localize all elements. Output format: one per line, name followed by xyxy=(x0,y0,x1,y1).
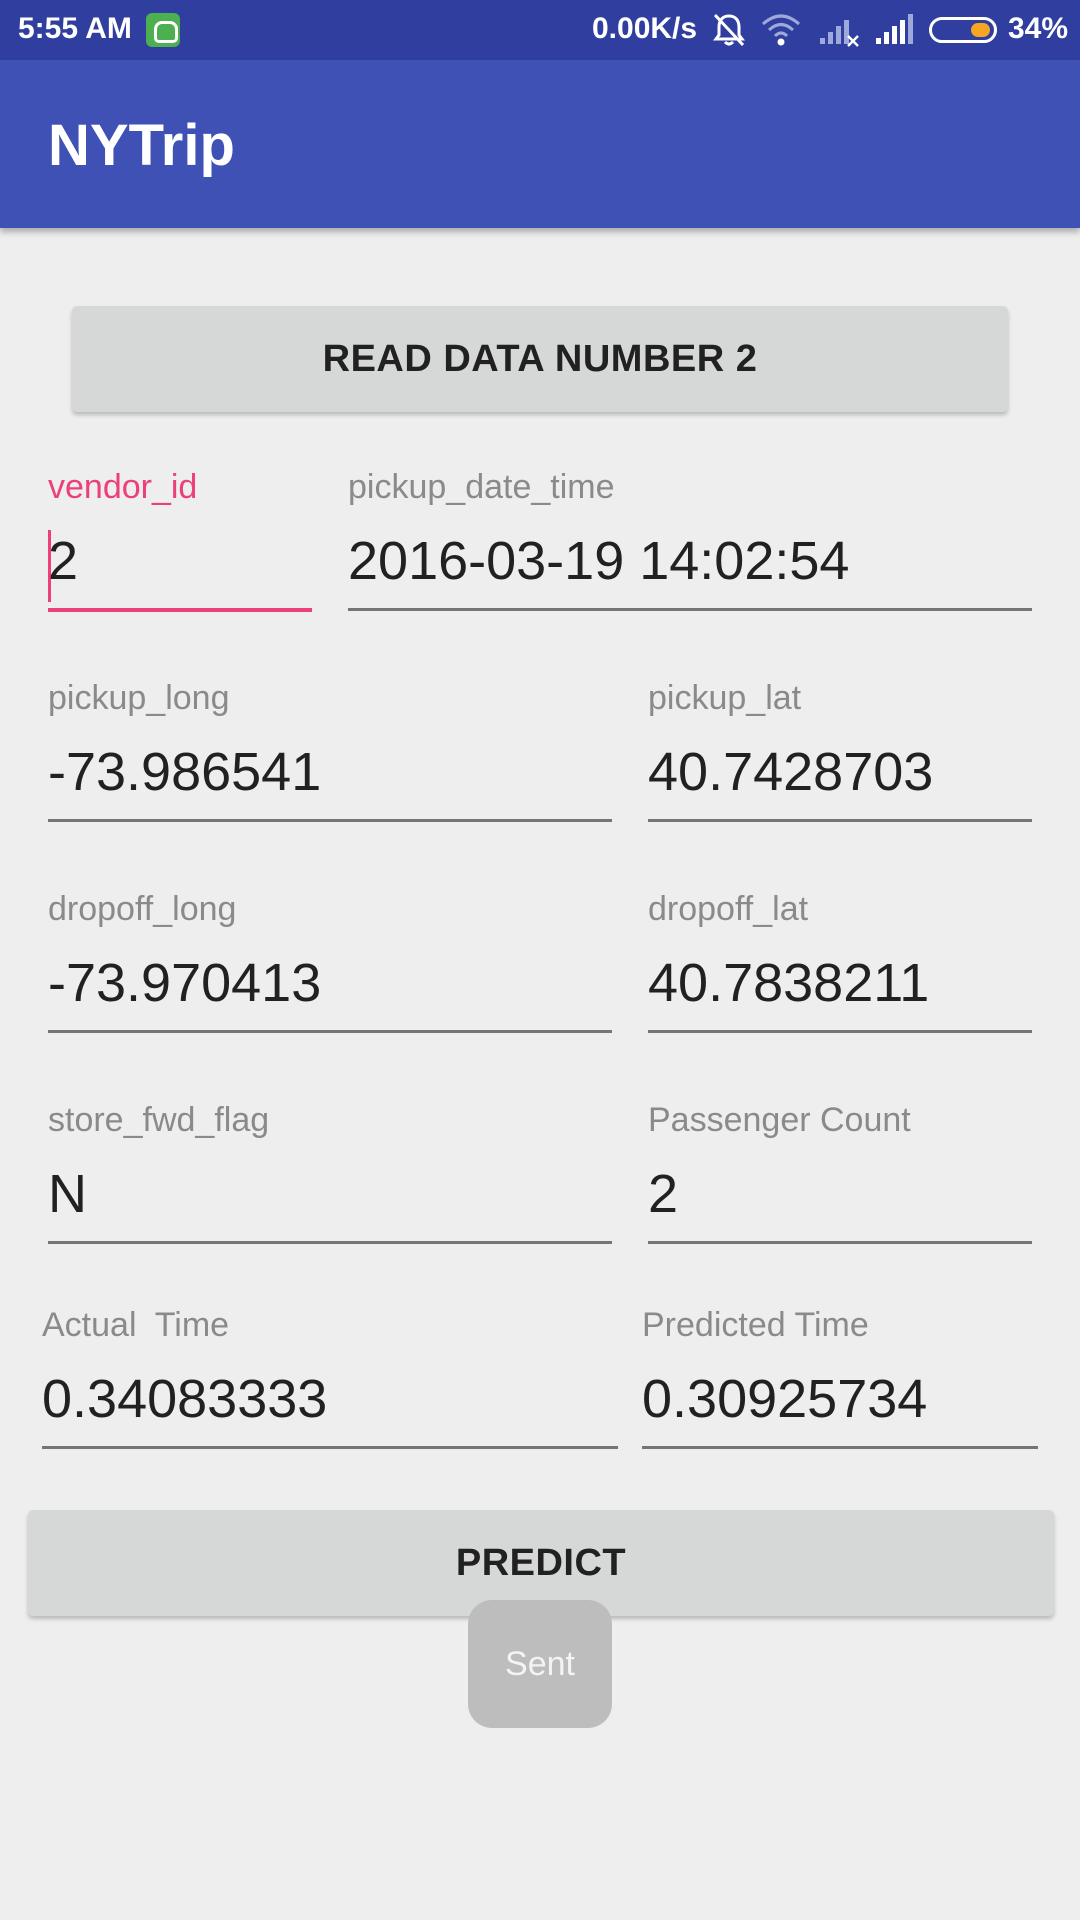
sent-toast: Sent xyxy=(468,1600,612,1728)
vendor-id-field[interactable]: vendor_id 2 xyxy=(48,468,312,618)
dropoff-lat-value: 40.7838211 xyxy=(648,953,930,1013)
pickup-long-field[interactable]: pickup_long -73.986541 xyxy=(48,679,612,829)
signal-icon xyxy=(876,14,913,44)
predicted-time-label: Predicted Time xyxy=(642,1306,869,1344)
dropoff-lat-label: dropoff_lat xyxy=(648,890,809,928)
pickup-long-value: -73.986541 xyxy=(48,742,322,802)
vendor-id-value: 2 xyxy=(48,531,79,591)
status-bar: 5:55 AM 0.00K/s 34% xyxy=(0,0,1080,60)
pickup-date-time-label: pickup_date_time xyxy=(348,468,615,506)
read-data-button[interactable]: READ DATA NUMBER 2 xyxy=(72,306,1008,412)
dropoff-long-value: -73.970413 xyxy=(48,953,322,1013)
pickup-long-label: pickup_long xyxy=(48,679,230,717)
status-time: 5:55 AM xyxy=(18,12,132,45)
passenger-count-underline xyxy=(648,1241,1032,1244)
actual-time-label: Actual Time xyxy=(42,1306,230,1344)
pickup-long-underline xyxy=(48,819,612,822)
vendor-id-underline xyxy=(48,608,312,612)
predicted-time-value: 0.30925734 xyxy=(642,1369,928,1429)
dropoff-long-underline xyxy=(48,1030,612,1033)
app-notification-icon xyxy=(146,13,180,47)
actual-time-underline xyxy=(42,1446,618,1449)
actual-time-value: 0.34083333 xyxy=(42,1369,328,1429)
battery-icon xyxy=(929,17,997,43)
predicted-time-underline xyxy=(642,1446,1038,1449)
actual-time-field[interactable]: Actual Time 0.34083333 xyxy=(42,1306,618,1456)
predicted-time-field[interactable]: Predicted Time 0.30925734 xyxy=(642,1306,1038,1456)
pickup-lat-value: 40.7428703 xyxy=(648,742,934,802)
store-fwd-flag-label: store_fwd_flag xyxy=(48,1101,270,1139)
bell-muted-icon xyxy=(713,13,745,47)
network-speed: 0.00K/s xyxy=(592,12,698,45)
dropoff-long-label: dropoff_long xyxy=(48,890,237,928)
app-bar: NYTrip xyxy=(0,60,1080,228)
store-fwd-flag-underline xyxy=(48,1241,612,1244)
pickup-date-time-field[interactable]: pickup_date_time 2016-03-19 14:02:54 xyxy=(348,468,1032,618)
passenger-count-value: 2 xyxy=(648,1164,679,1224)
dropoff-lat-field[interactable]: dropoff_lat 40.7838211 xyxy=(648,890,1032,1040)
vendor-id-label: vendor_id xyxy=(48,468,198,506)
store-fwd-flag-value: N xyxy=(48,1164,87,1224)
battery-percent: 34% xyxy=(1008,12,1069,45)
store-fwd-flag-field[interactable]: store_fwd_flag N xyxy=(48,1101,612,1251)
pickup-date-time-underline xyxy=(348,608,1032,611)
passenger-count-label: Passenger Count xyxy=(648,1101,911,1139)
pickup-lat-underline xyxy=(648,819,1032,822)
app-title: NYTrip xyxy=(48,113,235,178)
pickup-lat-field[interactable]: pickup_lat 40.7428703 xyxy=(648,679,1032,829)
dropoff-long-field[interactable]: dropoff_long -73.970413 xyxy=(48,890,612,1040)
pickup-date-time-value: 2016-03-19 14:02:54 xyxy=(348,531,850,591)
wifi-icon xyxy=(762,14,800,46)
signal-no-sim-icon xyxy=(820,20,859,47)
pickup-lat-label: pickup_lat xyxy=(648,679,802,717)
dropoff-lat-underline xyxy=(648,1030,1032,1033)
battery-level xyxy=(971,23,990,37)
passenger-count-field[interactable]: Passenger Count 2 xyxy=(648,1101,1032,1251)
